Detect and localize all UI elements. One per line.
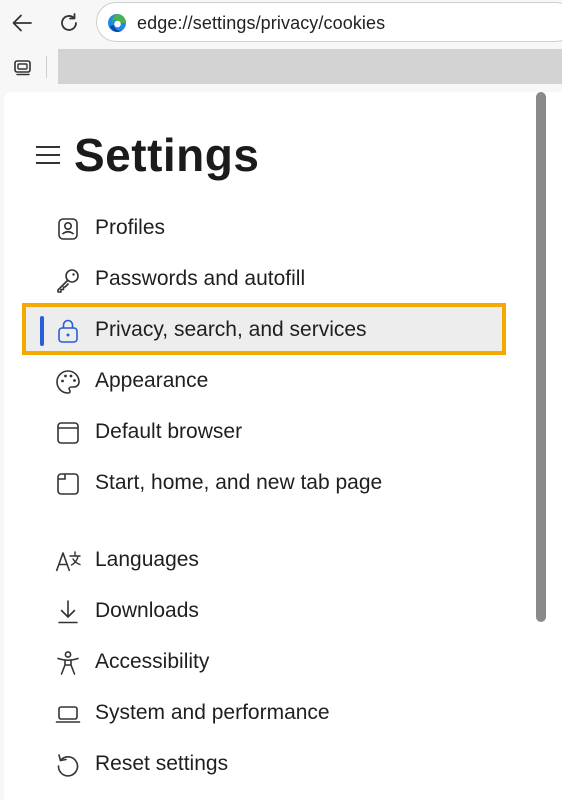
nav-item-profiles[interactable]: Profiles [24,205,502,251]
scrollbar-thumb[interactable] [536,92,546,622]
nav-label: Start, home, and new tab page [95,471,383,494]
languages-icon [55,551,81,572]
favorites-strip [58,49,562,84]
nav-label: Downloads [95,599,199,622]
profile-icon [58,218,78,240]
browser-toolbar: edge://settings/privacy/cookies [0,0,562,46]
toolbar-divider [46,56,47,78]
nav-item-system[interactable]: System and performance [24,690,502,736]
nav-item-default-browser[interactable]: Default browser [24,409,502,455]
nav-label: System and performance [95,701,330,724]
nav-item-downloads[interactable]: Downloads [24,588,502,634]
collections-icon [14,60,31,76]
nav-item-accessibility[interactable]: Accessibility [24,639,502,685]
nav-item-start-home[interactable]: Start, home, and new tab page [24,460,502,506]
nav-label: Profiles [95,216,166,239]
settings-page: Settings Profiles Passwords and autofill… [4,92,562,800]
address-bar[interactable]: edge://settings/privacy/cookies [96,2,562,42]
nav-label: Languages [95,548,199,571]
laptop-icon [55,706,81,723]
scrollbar[interactable] [536,92,562,800]
page-title: Settings [74,129,260,181]
selected-indicator [40,316,44,346]
nav-item-languages[interactable]: Languages [24,537,502,583]
browser-icon [57,422,79,444]
back-arrow-icon [12,14,32,32]
nav-item-appearance[interactable]: Appearance [24,358,502,404]
menu-button[interactable] [34,142,64,168]
url-text[interactable]: edge://settings/privacy/cookies [137,13,385,34]
refresh-button[interactable] [52,6,86,40]
nav-label: Reset settings [95,752,229,775]
reset-icon [57,754,79,777]
nav-label: Appearance [95,369,209,392]
nav-item-reset[interactable]: Reset settings [24,741,502,787]
back-button[interactable] [5,6,39,40]
accessibility-icon [57,651,79,675]
nav-item-privacy[interactable]: Privacy, search, and services [24,307,502,353]
nav-item-passwords[interactable]: Passwords and autofill [24,256,502,302]
key-icon [57,269,79,293]
nav-label: Default browser [95,420,243,443]
edge-logo-icon [108,14,126,32]
palette-icon [56,370,80,394]
lock-icon [58,319,78,343]
nav-label: Accessibility [95,650,210,673]
download-icon [58,600,78,624]
favorites-bar [0,46,562,88]
refresh-icon [61,13,77,31]
nav-label: Passwords and autofill [95,267,306,290]
collections-button[interactable] [10,54,36,80]
home-page-icon [57,473,79,495]
nav-label: Privacy, search, and services [95,318,367,341]
